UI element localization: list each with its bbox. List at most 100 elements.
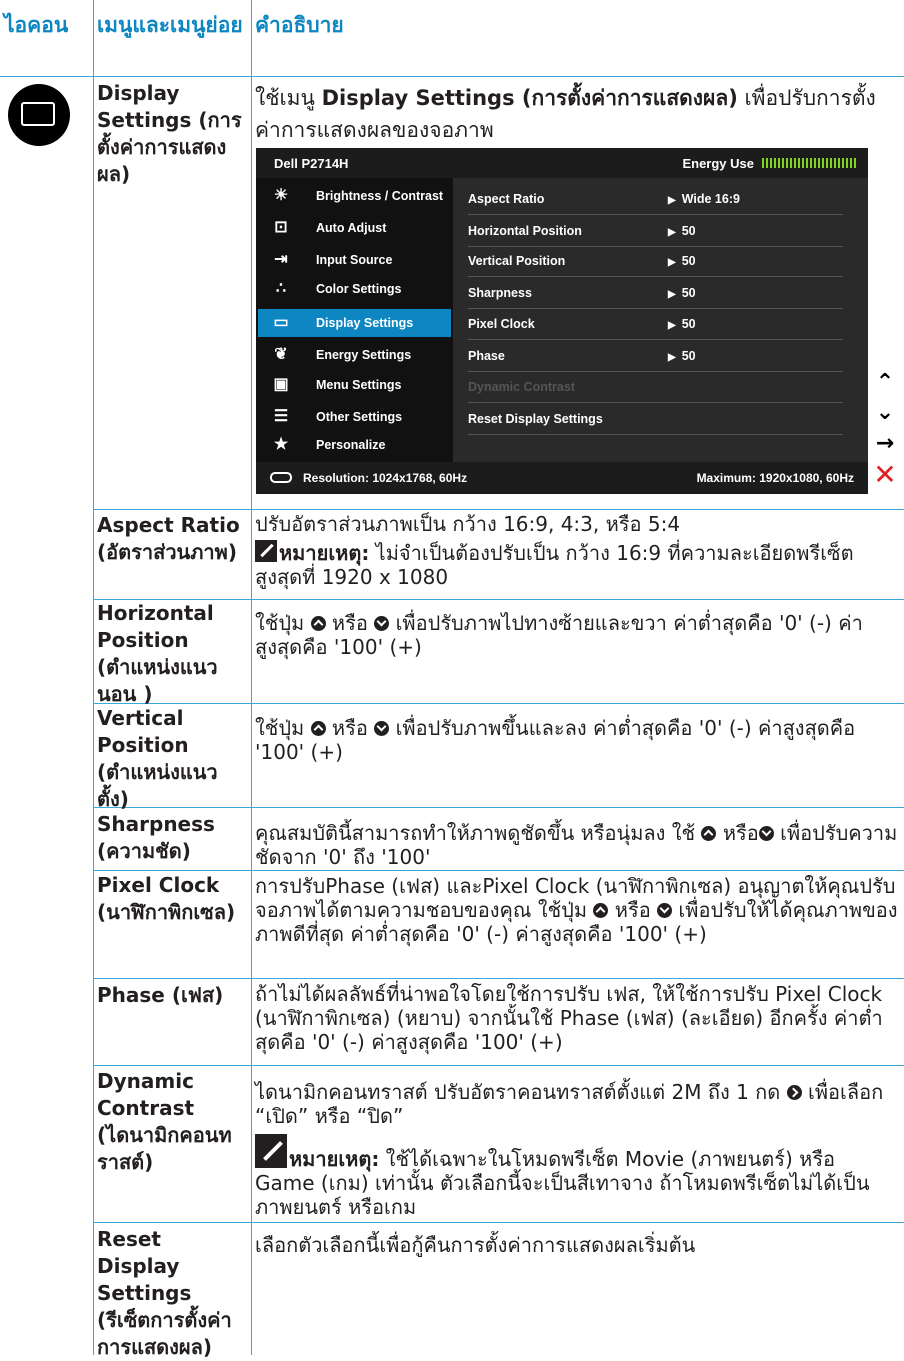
osd-item-personalize[interactable]: ★ Personalize	[258, 431, 451, 459]
osd-item-energy-settings[interactable]: ❦ Energy Settings	[258, 341, 451, 369]
osd-title: Dell P2714H	[274, 156, 349, 171]
energy-bar	[762, 158, 858, 168]
energy-use: Energy Use	[682, 156, 858, 171]
right-button-icon	[786, 1085, 802, 1100]
menu-phase: Phase (เฟส)	[97, 983, 224, 1007]
note: หมายเหตุ: ไม่จำเป็นต้องปรับเป็น กว้าง 16…	[255, 540, 900, 589]
row-divider	[93, 1065, 904, 1066]
down-arrow-icon[interactable]: ⌄	[872, 400, 898, 426]
desc-text: ใช้เมนู	[255, 86, 322, 110]
osd-item-menu-settings[interactable]: ▣ Menu Settings	[258, 371, 451, 399]
osd-item-label: Energy Settings	[316, 348, 412, 362]
row-divider	[93, 1222, 904, 1223]
osd-row-value: 50	[668, 246, 696, 278]
menu-dynamic-contrast: Dynamic Contrast (ไดนามิกคอนทราสต์)	[97, 1069, 232, 1174]
color-settings-icon: ∴	[275, 280, 287, 297]
auto-adjust-icon: ⊡	[274, 219, 288, 236]
down-button-icon	[758, 826, 774, 841]
osd-row-sharpness[interactable]: Sharpness 50	[468, 278, 843, 309]
osd-row-reset-display-settings[interactable]: Reset Display Settings	[468, 404, 843, 435]
down-button-icon	[374, 721, 390, 736]
osd-row-value: Wide 16:9	[668, 184, 740, 216]
up-arrow-icon[interactable]: ⌃	[872, 370, 898, 396]
menu-settings-icon: ▣	[273, 376, 289, 393]
header-description: คำอธิบาย	[255, 13, 344, 37]
desc-text: หรือ	[325, 611, 375, 635]
osd-item-label: Color Settings	[316, 282, 402, 296]
osd-row-label: Pixel Clock	[468, 317, 535, 331]
menu-horizontal-position: Horizontal Position (ตำแหน่งแนวนอน )	[97, 601, 218, 706]
star-icon: ★	[273, 436, 289, 453]
desc-text: ใช้ปุ่ม	[255, 611, 311, 635]
energy-label: Energy Use	[682, 156, 754, 171]
display-settings-icon: ▭	[273, 314, 289, 331]
osd-item-label: Personalize	[316, 438, 386, 452]
desc-vertical-position: ใช้ปุ่ม หรือ เพื่อปรับภาพขึ้นและลง ค่าต่…	[255, 716, 900, 764]
desc-text: ปรับอัตราส่วนภาพเป็น กว้าง 16:9, 4:3, หร…	[255, 512, 681, 536]
note: หมายเหตุ: ใช้ได้เฉพาะในโหมดพรีเซ็ต Movie…	[255, 1134, 900, 1219]
osd-item-label: Other Settings	[316, 410, 403, 424]
desc-reset-display-settings: เลือกตัวเลือกนี้เพื่อกู้คืนการตั้งค่าการ…	[255, 1233, 696, 1257]
other-settings-icon: ☰	[273, 408, 289, 425]
desc-pixel-clock: การปรับPhase (เฟส) และPixel Clock (นาฬิก…	[255, 874, 900, 946]
osd-item-auto-adjust[interactable]: ⊡ Auto Adjust	[258, 214, 451, 242]
osd-row-label: Sharpness	[468, 286, 532, 300]
osd-row-dynamic-contrast: Dynamic Contrast	[468, 372, 843, 403]
note-icon	[255, 540, 277, 562]
osd-item-input-source[interactable]: ⇥ Input Source	[258, 246, 451, 274]
settings-table: ไอคอน เมนูและเมนูย่อย คำอธิบาย Display S…	[0, 0, 904, 1359]
osd-row-phase[interactable]: Phase 50	[468, 341, 843, 372]
osd-row-value: 50	[668, 309, 696, 341]
osd-item-label: Menu Settings	[316, 378, 402, 392]
vga-icon	[270, 472, 292, 483]
osd-row-horizontal-position[interactable]: Horizontal Position 50	[468, 216, 843, 247]
column-divider	[251, 0, 252, 1355]
osd-footer: Resolution: 1024x1768, 60Hz Maximum: 192…	[256, 462, 868, 494]
desc-text: ใช้ปุ่ม	[255, 716, 311, 740]
osd-item-brightness[interactable]: ☀ Brightness / Contrast	[258, 182, 451, 210]
note-label: หมายเหตุ:	[289, 1147, 380, 1171]
osd-row-pixel-clock[interactable]: Pixel Clock 50	[468, 309, 843, 340]
header-menu: เมนูและเมนูย่อย	[97, 13, 243, 37]
osd-submenu: Aspect Ratio Wide 16:9 Horizontal Positio…	[453, 178, 868, 462]
desc-text: หรือ	[716, 821, 759, 845]
desc-display-settings: ใช้เมนู Display Settings (การตั้งค่าการแ…	[255, 82, 900, 146]
osd-row-label: Vertical Position	[468, 254, 566, 268]
osd-row-label: Dynamic Contrast	[468, 380, 575, 394]
osd-row-vertical-position[interactable]: Vertical Position 50	[468, 246, 843, 277]
desc-dynamic-contrast: ไดนามิกคอนทราสต์ ปรับอัตราคอนทราสต์ตั้งแ…	[255, 1080, 900, 1219]
desc-line: ไดนามิกคอนทราสต์ ปรับอัตราคอนทราสต์ตั้งแ…	[255, 1080, 900, 1128]
display-settings-icon	[8, 84, 70, 146]
osd-item-color-settings[interactable]: ∴ Color Settings	[258, 275, 451, 303]
brightness-icon: ☀	[273, 187, 289, 204]
input-source-icon: ⇥	[274, 251, 288, 268]
osd-resolution: Resolution: 1024x1768, 60Hz	[303, 471, 468, 485]
menu-reset-display-settings: Reset Display Settings (รีเซ็ตการตั้งค่า…	[97, 1227, 232, 1359]
up-button-icon	[310, 616, 326, 631]
osd-menu-list: ☀ Brightness / Contrast ⊡ Auto Adjust ⇥ Inp…	[256, 178, 453, 462]
menu-vertical-position: Vertical Position (ตำแหน่งแนวตั้ง)	[97, 706, 218, 811]
osd-row-label: Aspect Ratio	[468, 192, 545, 206]
osd-item-other-settings[interactable]: ☰ Other Settings	[258, 403, 451, 431]
up-button-icon	[310, 721, 326, 736]
desc-bold: Display Settings (การตั้งค่าการแสดงผล)	[321, 86, 738, 110]
close-icon[interactable]: ✕	[872, 461, 898, 489]
desc-text: หรือ	[608, 898, 658, 922]
menu-display-settings: Display Settings (การตั้งค่าการแสดงผล)	[97, 81, 242, 186]
osd-item-display-settings[interactable]: ▭ Display Settings	[258, 309, 451, 337]
osd-row-label: Reset Display Settings	[468, 412, 603, 426]
osd-row-value: 50	[668, 216, 696, 248]
energy-settings-icon: ❦	[274, 346, 288, 363]
column-divider	[93, 0, 94, 1355]
osd-item-label: Auto Adjust	[316, 221, 387, 235]
osd-row-aspect-ratio[interactable]: Aspect Ratio Wide 16:9	[468, 184, 843, 215]
down-button-icon	[657, 903, 673, 918]
osd-item-label: Brightness / Contrast	[316, 189, 444, 203]
osd-row-value: 50	[668, 278, 696, 310]
row-divider	[93, 978, 904, 979]
desc-sharpness: คุณสมบัตินี้สามารถทำให้ภาพดูชัดขึ้น หรือ…	[255, 821, 900, 869]
right-arrow-icon[interactable]: →	[872, 431, 898, 457]
up-button-icon	[701, 826, 717, 841]
osd-row-label: Horizontal Position	[468, 224, 582, 238]
up-button-icon	[593, 903, 609, 918]
